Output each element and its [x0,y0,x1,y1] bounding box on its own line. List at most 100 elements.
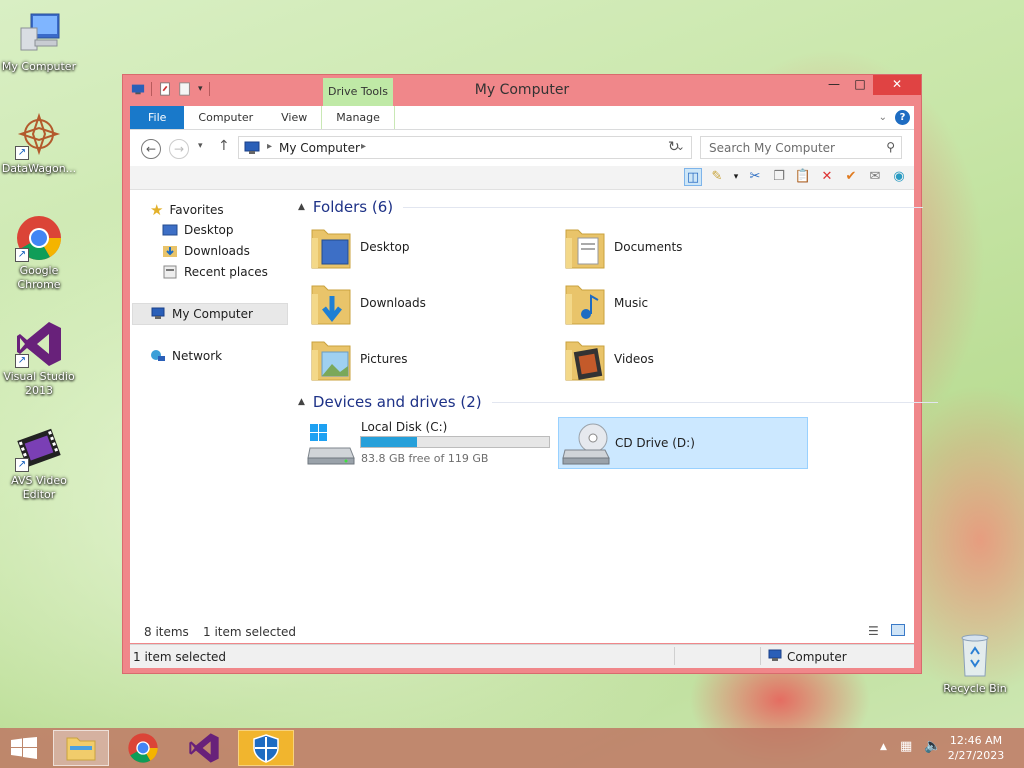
navigation-bar: ← → ▾ ↑ ▸ My Computer ▸ ⌄ ↻ Search My Co… [130,130,914,166]
paste-icon[interactable]: 📋 [794,168,812,186]
folder-downloads[interactable]: Downloads [310,280,426,326]
nav-recent-places[interactable]: Recent places [162,265,268,279]
taskbar-chrome[interactable] [115,730,171,766]
nav-favorites[interactable]: ★ Favorites [150,201,224,219]
nav-recent-places-label: Recent places [184,265,268,279]
tab-computer[interactable]: Computer [184,106,267,129]
close-button[interactable]: ✕ [873,75,921,95]
folder-label: Videos [614,352,654,366]
downloads-folder-icon [311,285,351,325]
desktop-icon-label: My Computer [1,60,77,73]
desktop-icon-recycle-bin[interactable]: Recycle Bin [936,632,1014,696]
nav-downloads-label: Downloads [184,244,250,258]
clock-date: 2/27/2023 [947,749,1005,762]
clock[interactable]: 12:46 AM 2/27/2023 [946,733,1006,763]
up-button[interactable]: ↑ [218,138,230,154]
chevron-down-icon[interactable]: ▾ [732,168,740,186]
ribbon-right-controls: ⌄ ? [879,106,914,129]
nav-downloads[interactable]: Downloads [162,244,250,258]
drives-group-header[interactable]: ▲ Devices and drives (2) [298,393,938,411]
computer-icon [244,141,260,154]
network-drive-icon[interactable]: ◉ [890,168,908,186]
taskbar-visual-studio[interactable] [176,730,232,766]
maximize-button[interactable]: □ [847,75,873,95]
folder-pictures[interactable]: Pictures [310,336,408,382]
taskbar-file-explorer[interactable] [53,730,109,766]
view-details-button[interactable]: ☰ [868,624,879,638]
start-button[interactable] [0,730,48,766]
desktop-icon-label: Visual Studio 2013 [3,370,75,397]
view-large-icons-button[interactable] [891,624,905,636]
folder-desktop[interactable]: Desktop [310,224,410,270]
nav-my-computer[interactable]: My Computer [150,307,253,321]
copy-icon[interactable]: ❐ [770,168,788,186]
nav-favorites-label: Favorites [169,203,224,217]
nav-desktop[interactable]: Desktop [162,223,234,237]
collapse-triangle-icon: ▲ [298,202,305,212]
tab-manage[interactable]: Manage [321,106,395,129]
minimize-button[interactable]: — [821,75,847,95]
network-status-icon[interactable]: ▦ [900,739,912,754]
status-divider [674,647,675,665]
nav-network-label: Network [172,349,223,363]
drive-cd-d[interactable]: CD Drive (D:) [558,417,808,469]
nav-my-computer-label: My Computer [172,307,253,321]
datawagon-icon: ↗ [15,112,63,160]
folder-documents[interactable]: Documents [564,224,682,270]
search-placeholder: Search My Computer [709,141,835,155]
email-icon[interactable]: ✉ [866,168,884,186]
desktop-icon [162,224,178,236]
shortcut-arrow-icon: ↗ [15,146,29,160]
preview-pane-icon[interactable]: ◫ [684,168,702,186]
volume-icon[interactable]: 🔈 [924,738,941,754]
refresh-button[interactable]: ↻ [668,139,680,155]
drive-name: CD Drive (D:) [615,436,695,450]
expand-ribbon-icon[interactable]: ⌄ [879,112,887,123]
search-input[interactable]: Search My Computer ⚲ [700,136,902,159]
search-icon[interactable]: ⚲ [886,140,895,154]
show-hidden-icons-icon[interactable]: ▲ [880,742,887,752]
desktop-icon-label: Recycle Bin [943,682,1007,695]
address-bar[interactable]: ▸ My Computer ▸ ⌄ [238,136,692,159]
folders-group-header[interactable]: ▲ Folders (6) [298,198,924,216]
bottom-status-bar: 1 item selected Computer [130,644,914,668]
pictures-folder-icon [311,341,351,381]
desktop-icon-chrome[interactable]: ↗ Google Chrome [0,214,78,292]
desktop-icon-datawagon[interactable]: ↗ DataWagon... [0,112,78,176]
properties-icon[interactable]: ✎ [708,168,726,186]
recent-locations-icon[interactable]: ▾ [198,141,203,151]
folder-label: Desktop [360,240,410,254]
desktop-icon-visual-studio[interactable]: ↗ Visual Studio 2013 [0,320,78,398]
desktop-icon-avs-video-editor[interactable]: ↗ AVS Video Editor [0,424,78,502]
taskbar-security-app[interactable] [238,730,294,766]
desktop-icon-label: Google Chrome [17,264,61,291]
desktop-icon-label: AVS Video Editor [11,474,67,501]
breadcrumb-separator-icon: ▸ [267,141,273,152]
breadcrumb-separator-icon[interactable]: ▸ [361,141,366,152]
drive-local-disk-c[interactable]: Local Disk (C:) 83.8 GB free of 119 GB [304,418,552,468]
music-folder-icon [565,285,605,325]
address-location[interactable]: My Computer [279,141,360,155]
back-button[interactable]: ← [141,139,161,159]
navigation-pane: ★ Favorites Desktop Downloads Recent pla… [130,190,288,643]
folder-label: Documents [614,240,683,254]
computer-icon [768,649,782,661]
status-divider [760,647,761,665]
drive-usage-bar [360,436,550,448]
title-bar[interactable]: ▾ Drive Tools My Computer — □ ✕ [123,75,921,106]
folder-music[interactable]: Music [564,280,648,326]
chrome-icon: ↗ [15,214,63,262]
folder-videos[interactable]: Videos [564,336,654,382]
delete-icon[interactable]: ✕ [818,168,836,186]
forward-button[interactable]: → [169,139,189,159]
rename-icon[interactable]: ✔ [842,168,860,186]
nav-network[interactable]: Network [150,349,222,363]
desktop-icon-label: DataWagon... [1,162,77,175]
tab-view[interactable]: View [267,106,321,129]
tab-file[interactable]: File [130,106,185,129]
cut-icon[interactable]: ✂ [746,168,764,186]
help-icon[interactable]: ? [895,110,910,125]
desktop-icon-my-computer[interactable]: My Computer [0,10,78,74]
bottom-status-selected: 1 item selected [133,650,227,664]
toolbar-icons: ◫ ✎ ▾ ✂ ❐ 📋 ✕ ✔ ✉ ◉ [684,168,908,186]
